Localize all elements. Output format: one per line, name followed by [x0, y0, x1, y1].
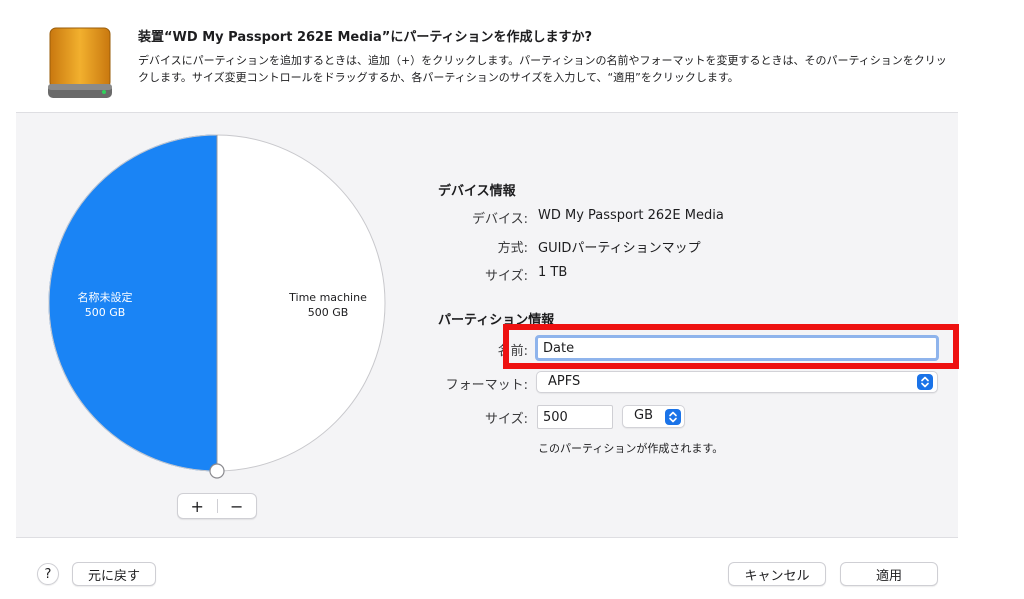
scheme-value: GUIDパーティションマップ: [538, 241, 701, 256]
pie-label-time-machine: Time machine 500 GB: [278, 290, 378, 320]
partition-size: 500 GB: [307, 306, 349, 319]
partition-size-input[interactable]: [537, 405, 613, 429]
unit-select[interactable]: GB: [622, 405, 685, 428]
revert-button[interactable]: 元に戻す: [72, 562, 156, 586]
format-value: APFS: [548, 374, 581, 389]
cancel-button[interactable]: キャンセル: [728, 562, 826, 586]
chevron-updown-icon: [665, 408, 681, 425]
device-info-heading: デバイス情報: [438, 184, 516, 199]
dialog-description: デバイスにパーティションを追加するときは、追加（+）をクリックします。パーティシ…: [138, 54, 947, 84]
device-size-label: サイズ:: [485, 269, 528, 284]
apply-button[interactable]: 適用: [840, 562, 938, 586]
device-value: WD My Passport 262E Media: [538, 208, 724, 223]
device-size-value: 1 TB: [538, 265, 568, 280]
scheme-label: 方式:: [497, 241, 528, 256]
partition-info-heading: パーティション情報: [438, 313, 555, 328]
format-select[interactable]: APFS: [536, 371, 938, 393]
partition-note: このパーティションが作成されます。: [538, 442, 724, 455]
partition-name: Time machine: [289, 291, 367, 304]
add-remove-control: + −: [177, 493, 257, 519]
dialog-title: 装置“WD My Passport 262E Media”にパーティションを作成…: [138, 30, 593, 45]
add-partition-button[interactable]: +: [178, 494, 217, 518]
unit-value: GB: [634, 408, 653, 423]
name-label: 名前:: [497, 344, 528, 359]
partition-name-input[interactable]: [535, 335, 939, 361]
pie-label-untitled: 名称未設定 500 GB: [60, 290, 150, 320]
external-drive-icon: [48, 27, 112, 98]
partition-size: 500 GB: [84, 306, 126, 319]
device-label: デバイス:: [472, 212, 528, 227]
chevron-updown-icon: [917, 374, 933, 390]
resize-handle-icon[interactable]: [209, 463, 225, 479]
remove-partition-button[interactable]: −: [218, 494, 257, 518]
help-button[interactable]: ?: [37, 563, 59, 585]
partition-name: 名称未設定: [77, 291, 133, 304]
size-label: サイズ:: [485, 412, 528, 427]
format-label: フォーマット:: [445, 378, 528, 393]
